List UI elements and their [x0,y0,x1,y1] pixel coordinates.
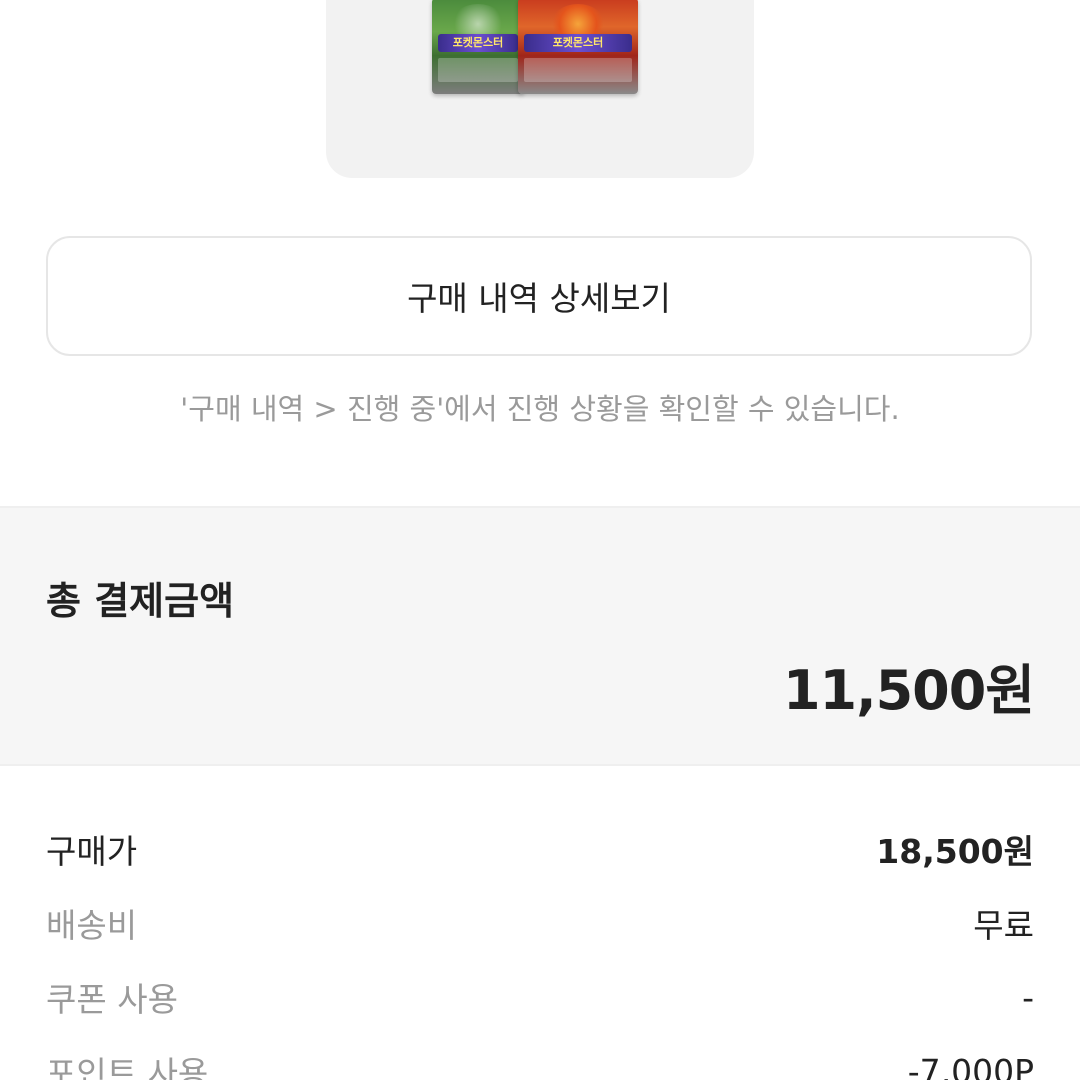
breakdown-value: - [1022,977,1034,1017]
product-pack-red: 포켓몬스터 [518,0,638,94]
breakdown-value: 18,500원 [876,832,1034,871]
purchase-complete-page: 포켓몬스터 포켓몬스터 구매 내역 상세보기 '구매 내역 > 진행 중'에서 … [0,0,1080,1080]
product-image-card: 포켓몬스터 포켓몬스터 [326,0,754,178]
pack-logo: 포켓몬스터 [524,34,632,52]
detail-button-label: 구매 내역 상세보기 [407,279,671,318]
pack-label-strip [438,58,518,82]
breakdown-label: 배송비 [46,906,138,945]
breakdown-value: 무료 [973,906,1034,945]
total-payment-label: 총 결제금액 [46,579,235,623]
pack-logo: 포켓몬스터 [438,34,518,52]
breakdown-row-shipping-fee: 배송비 무료 [46,886,1034,960]
breakdown-row-purchase-price: 구매가 18,500원 [46,812,1034,886]
breakdown-row-points: 포인트 사용 -7,000P [46,1034,1034,1080]
progress-notice-text: '구매 내역 > 진행 중'에서 진행 상황을 확인할 수 있습니다. [180,392,900,426]
total-payment-section: 총 결제금액 11,500원 [0,506,1080,766]
breakdown-label: 포인트 사용 [46,1054,209,1080]
purchase-history-detail-button[interactable]: 구매 내역 상세보기 [46,236,1032,356]
breakdown-value: -7,000P [907,1051,1034,1080]
breakdown-row-coupon: 쿠폰 사용 - [46,960,1034,1034]
product-pack-green: 포켓몬스터 [432,0,524,94]
pack-label-strip [524,58,632,82]
payment-breakdown: 구매가 18,500원 배송비 무료 쿠폰 사용 - 포인트 사용 -7,000… [46,812,1034,1080]
breakdown-label: 쿠폰 사용 [46,980,178,1019]
breakdown-label: 구매가 [46,832,138,871]
total-payment-amount: 11,500원 [782,659,1035,722]
